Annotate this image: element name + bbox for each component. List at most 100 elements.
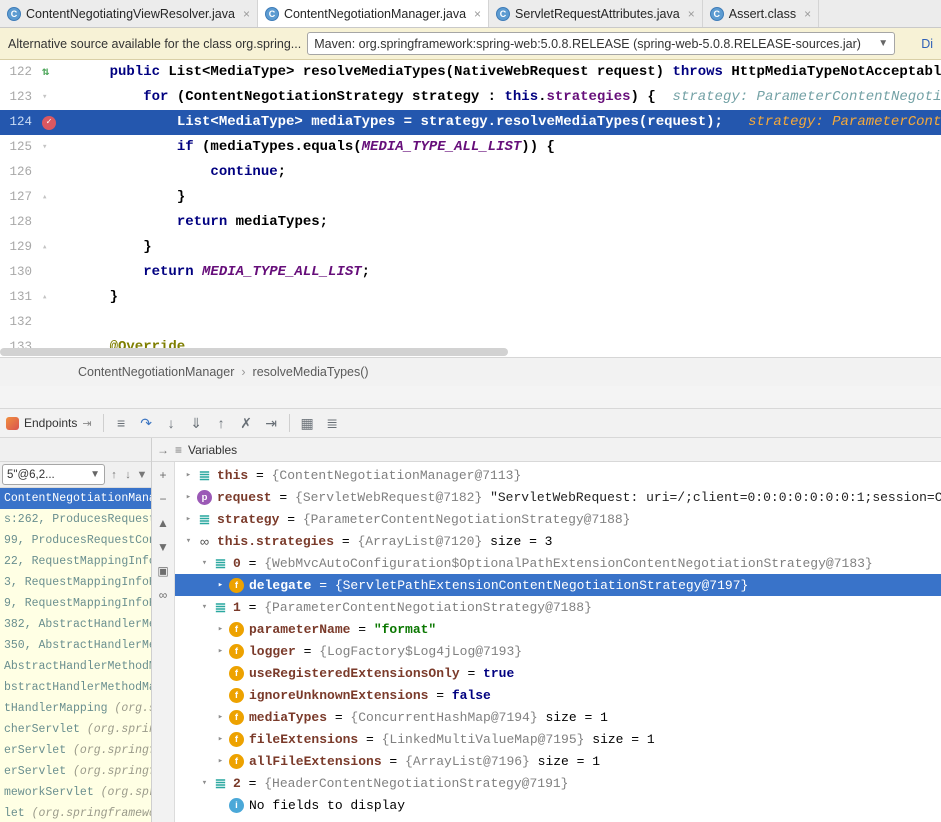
previous-frame-icon[interactable]: ↑ [107, 469, 121, 481]
step-over-icon[interactable]: ↷ [134, 411, 159, 435]
frame-row[interactable]: 9, RequestMappingInfoHa [0, 593, 151, 614]
frame-row[interactable]: let (org.springframewo [0, 803, 151, 822]
endpoints-tab[interactable]: Endpoints ⇥ [0, 409, 98, 437]
filter-frames-icon[interactable]: ▼ [135, 469, 149, 481]
frame-row[interactable]: ContentNegotiationMana [0, 488, 151, 509]
frame-row[interactable]: tHandlerMapping (org.sp [0, 698, 151, 719]
frame-row[interactable]: 382, AbstractHandlerMeth [0, 614, 151, 635]
frame-row[interactable]: erServlet (org.springfram [0, 740, 151, 761]
tab-close-icon[interactable]: × [804, 7, 811, 21]
editor-tab[interactable]: CContentNegotiationManager.java× [258, 0, 489, 27]
chevron-expanded-icon[interactable]: ▾ [197, 602, 212, 612]
editor-tab[interactable]: CContentNegotiatingViewResolver.java× [0, 0, 258, 27]
frame-row[interactable]: erServlet (org.springframe [0, 761, 151, 782]
settings-menu-icon[interactable]: ≡ [109, 411, 134, 435]
code-line[interactable]: 132 [0, 310, 941, 335]
duplicate-watch-icon[interactable]: ▣ [155, 564, 171, 578]
variable-row[interactable]: ▸fallFileExtensions = {ArrayList@7196} s… [175, 750, 941, 772]
editor-tab[interactable]: CServletRequestAttributes.java× [489, 0, 703, 27]
layout-settings-icon[interactable]: ≣ [320, 411, 345, 435]
chevron-collapsed-icon[interactable]: ▸ [213, 580, 228, 590]
fold-end-icon[interactable]: ▴ [42, 235, 47, 260]
breakpoint-icon[interactable]: ✓ [42, 116, 56, 130]
add-watch-icon[interactable]: + [155, 468, 171, 482]
chevron-collapsed-icon[interactable]: ▸ [181, 492, 196, 502]
frame-row[interactable]: bstractHandlerMethodMa [0, 677, 151, 698]
breadcrumb-class[interactable]: ContentNegotiationManager [78, 365, 234, 379]
code-line[interactable]: 124✓List<MediaType> mediaTypes = strateg… [0, 110, 941, 135]
step-into-icon[interactable]: ↓ [159, 411, 184, 435]
next-frame-icon[interactable]: ↓ [121, 469, 135, 481]
code-line[interactable]: 131▴} [0, 285, 941, 310]
chevron-collapsed-icon[interactable]: ▸ [213, 734, 228, 744]
variable-row[interactable]: ▸fdelegate = {ServletPathExtensionConten… [175, 574, 941, 596]
code-line[interactable]: 122⇅public List<MediaType> resolveMediaT… [0, 60, 941, 85]
step-out-icon[interactable]: ↑ [209, 411, 234, 435]
fold-start-icon[interactable]: ▾ [42, 85, 47, 110]
chevron-collapsed-icon[interactable]: ▸ [213, 646, 228, 656]
dock-arrow-icon[interactable]: → [157, 443, 169, 457]
frame-text: erServlet [4, 765, 73, 778]
move-watch-down-icon[interactable]: ▼ [155, 540, 171, 554]
variables-menu-icon[interactable]: ≡ [175, 443, 182, 457]
variable-row[interactable]: ▸ffileExtensions = {LinkedMultiValueMap@… [175, 728, 941, 750]
variable-row[interactable]: ▸fparameterName = "format" [175, 618, 941, 640]
force-step-into-icon[interactable]: ⇓ [184, 411, 209, 435]
frame-row[interactable]: 350, AbstractHandlerMeth [0, 635, 151, 656]
variable-row[interactable]: ▾≣2 = {HeaderContentNegotiationStrategy@… [175, 772, 941, 794]
view-as-table-icon[interactable]: ▦ [295, 411, 320, 435]
chevron-collapsed-icon[interactable]: ▸ [181, 514, 196, 524]
chevron-expanded-icon[interactable]: ▾ [197, 778, 212, 788]
breadcrumb-method[interactable]: resolveMediaTypes() [253, 365, 369, 379]
chevron-collapsed-icon[interactable]: ▸ [213, 712, 228, 722]
code-line[interactable]: 130return MEDIA_TYPE_ALL_LIST; [0, 260, 941, 285]
variable-row[interactable]: ▾≣0 = {WebMvcAutoConfiguration$OptionalP… [175, 552, 941, 574]
fold-end-icon[interactable]: ▴ [42, 285, 47, 310]
variable-row[interactable]: ▸fmediaTypes = {ConcurrentHashMap@7194} … [175, 706, 941, 728]
variable-row[interactable]: iNo fields to display [175, 794, 941, 816]
chevron-expanded-icon[interactable]: ▾ [197, 558, 212, 568]
frame-row[interactable]: s:262, ProducesRequestCo [0, 509, 151, 530]
frame-row[interactable]: meworkServlet (org.sprin [0, 782, 151, 803]
chevron-collapsed-icon[interactable]: ▸ [213, 624, 228, 634]
source-jar-dropdown[interactable]: Maven: org.springframework:spring-web:5.… [307, 32, 895, 55]
thread-dropdown[interactable]: 5"@6,2... ▼ [2, 464, 105, 485]
horizontal-scrollbar[interactable] [0, 348, 508, 356]
fold-start-icon[interactable]: ▾ [42, 135, 47, 160]
chevron-collapsed-icon[interactable]: ▸ [181, 470, 196, 480]
tab-close-icon[interactable]: × [688, 7, 695, 21]
disable-link[interactable]: Di [915, 37, 933, 51]
variable-row[interactable]: ▸flogger = {LogFactory$Log4jLog@7193} [175, 640, 941, 662]
frame-row[interactable]: cherServlet (org.springfra [0, 719, 151, 740]
move-watch-up-icon[interactable]: ▲ [155, 516, 171, 530]
frame-row[interactable]: 22, RequestMappingInfo ( [0, 551, 151, 572]
show-watches-icon[interactable]: ∞ [155, 588, 171, 602]
variable-row[interactable]: fignoreUnknownExtensions = false [175, 684, 941, 706]
run-to-cursor-icon[interactable]: ⇥ [259, 411, 284, 435]
code-line[interactable]: 128return mediaTypes; [0, 210, 941, 235]
code-line[interactable]: 129▴} [0, 235, 941, 260]
variable-row[interactable]: ▾∞this.strategies = {ArrayList@7120} siz… [175, 530, 941, 552]
frame-row[interactable]: 3, RequestMappingInfoHa [0, 572, 151, 593]
code-line[interactable]: 123▾for (ContentNegotiationStrategy stra… [0, 85, 941, 110]
variable-row[interactable]: ▸≣strategy = {ParameterContentNegotiatio… [175, 508, 941, 530]
remove-watch-icon[interactable]: − [155, 492, 171, 506]
frame-row[interactable]: 99, ProducesRequestCond [0, 530, 151, 551]
override-marker-icon[interactable]: ⇅ [42, 60, 49, 85]
chevron-expanded-icon[interactable]: ▾ [181, 536, 196, 546]
tab-close-icon[interactable]: × [474, 7, 481, 21]
code-line[interactable]: 125▾if (mediaTypes.equals(MEDIA_TYPE_ALL… [0, 135, 941, 160]
chevron-collapsed-icon[interactable]: ▸ [213, 756, 228, 766]
variable-row[interactable]: ▸prequest = {ServletWebRequest@7182} "Se… [175, 486, 941, 508]
drop-frame-icon[interactable]: ✗ [234, 411, 259, 435]
frame-row[interactable]: AbstractHandlerMethodM [0, 656, 151, 677]
editor-tab[interactable]: CAssert.class× [703, 0, 819, 27]
tab-close-icon[interactable]: × [243, 7, 250, 21]
fold-end-icon[interactable]: ▴ [42, 185, 47, 210]
variable-row[interactable]: fuseRegisteredExtensionsOnly = true [175, 662, 941, 684]
code-line[interactable]: 127▴} [0, 185, 941, 210]
code-line[interactable]: 126continue; [0, 160, 941, 185]
variable-row[interactable]: ▾≣1 = {ParameterContentNegotiationStrate… [175, 596, 941, 618]
breadcrumb: ContentNegotiationManager › resolveMedia… [0, 357, 941, 386]
variable-row[interactable]: ▸≣this = {ContentNegotiationManager@7113… [175, 464, 941, 486]
